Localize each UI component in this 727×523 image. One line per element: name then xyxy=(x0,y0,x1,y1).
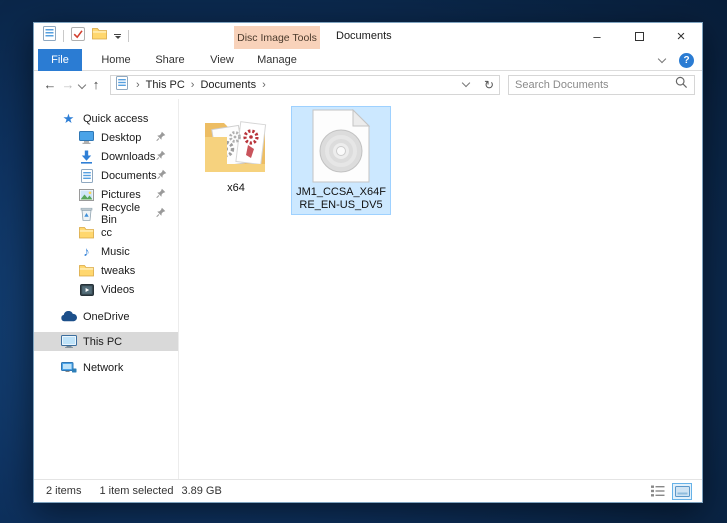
sidebar-item-tweaks[interactable]: tweaks xyxy=(34,261,178,280)
file-name: JM1_CCSA_X64FRE_EN-US_DV5 xyxy=(294,186,388,212)
large-icons-view-button[interactable] xyxy=(672,483,692,500)
star-icon: ★ xyxy=(60,111,77,127)
breadcrumb-separator: › xyxy=(262,79,266,91)
sidebar-item-this-pc[interactable]: This PC xyxy=(34,332,178,351)
customize-toolbar-caret-icon[interactable] xyxy=(114,34,121,39)
folder-with-contents-icon xyxy=(202,115,270,178)
sidebar-item-label: Music xyxy=(101,246,130,258)
sidebar-item-onedrive[interactable]: OneDrive xyxy=(34,307,178,326)
explorer-app-icon xyxy=(43,26,56,46)
details-view-button[interactable] xyxy=(648,483,668,500)
navigation-pane: ★ Quick access Desktop Downloads xyxy=(34,99,179,479)
forward-button[interactable]: → xyxy=(59,77,77,92)
maximize-button[interactable] xyxy=(618,23,660,49)
sidebar-item-label: Downloads xyxy=(101,151,155,163)
sidebar-item-label: tweaks xyxy=(101,265,135,277)
navigation-bar: ← → ↑ › This PC › Documents › ↻ xyxy=(34,71,702,98)
file-tile-x64[interactable]: x64 xyxy=(197,106,275,195)
recent-locations-icon[interactable] xyxy=(78,80,86,88)
file-list-area[interactable]: x64 JM1_CCSA_X64FRE_E xyxy=(179,99,702,479)
address-dropdown-icon[interactable] xyxy=(462,79,470,87)
title-bar: Disc Image Tools Documents – × xyxy=(34,23,702,49)
close-button[interactable]: × xyxy=(660,23,702,49)
minimize-button[interactable]: – xyxy=(576,23,618,49)
search-icon[interactable] xyxy=(675,76,688,94)
back-button[interactable]: ← xyxy=(41,77,59,92)
refresh-icon[interactable]: ↻ xyxy=(479,78,499,92)
maximize-icon xyxy=(635,32,644,41)
sidebar-item-label: Pictures xyxy=(101,189,141,201)
search-box[interactable] xyxy=(508,75,695,95)
breadcrumb-separator: › xyxy=(191,79,195,91)
tab-manage[interactable]: Manage xyxy=(234,49,320,71)
recycle-bin-icon xyxy=(78,207,95,221)
sidebar-item-label: Recycle Bin xyxy=(101,202,156,226)
selection-size: 3.89 GB xyxy=(181,485,221,497)
sidebar-item-label: Documents xyxy=(101,170,157,182)
sidebar-item-desktop[interactable]: Desktop xyxy=(34,128,178,147)
pin-icon[interactable] xyxy=(156,207,166,220)
window-controls: – × xyxy=(576,23,702,49)
sidebar-item-label: OneDrive xyxy=(83,311,129,323)
tab-file[interactable]: File xyxy=(38,49,82,71)
sidebar-item-label: cc xyxy=(101,227,112,239)
up-button[interactable]: ↑ xyxy=(87,77,105,92)
selection-count: 1 item selected xyxy=(99,485,173,497)
pin-icon[interactable] xyxy=(157,169,167,182)
sidebar-item-downloads[interactable]: Downloads xyxy=(34,147,178,166)
contextual-tab-disc-image-tools[interactable]: Disc Image Tools xyxy=(234,26,320,49)
sidebar-item-quick-access[interactable]: ★ Quick access xyxy=(34,109,178,128)
sidebar-item-label: This PC xyxy=(83,336,122,348)
sidebar-item-label: Videos xyxy=(101,284,134,296)
tab-home[interactable]: Home xyxy=(92,49,140,71)
folder-icon xyxy=(78,264,95,277)
separator xyxy=(128,30,129,42)
sidebar-item-label: Network xyxy=(83,362,123,374)
expand-ribbon-icon[interactable] xyxy=(658,54,666,62)
address-bar[interactable]: › This PC › Documents › ↻ xyxy=(110,75,500,95)
window-title: Documents xyxy=(336,23,392,49)
breadcrumb-this-pc[interactable]: This PC xyxy=(146,79,185,91)
file-tile-disc-image[interactable]: JM1_CCSA_X64FRE_EN-US_DV5 xyxy=(291,106,391,215)
sidebar-item-cc[interactable]: cc xyxy=(34,223,178,242)
explorer-window: Disc Image Tools Documents – × File Home… xyxy=(33,22,703,503)
item-count: 2 items xyxy=(46,485,81,497)
pictures-icon xyxy=(78,189,95,201)
breadcrumb-separator: › xyxy=(136,79,140,91)
videos-icon xyxy=(78,284,95,296)
sidebar-item-documents[interactable]: Documents xyxy=(34,166,178,185)
disc-image-file-icon xyxy=(312,109,370,186)
search-input[interactable] xyxy=(515,79,675,91)
sidebar-item-music[interactable]: ♪ Music xyxy=(34,242,178,261)
ribbon-tabs: File Home Share View Manage ? xyxy=(34,49,702,71)
quick-access-toolbar xyxy=(34,26,129,46)
pin-icon[interactable] xyxy=(156,150,166,163)
sidebar-item-network[interactable]: Network xyxy=(34,358,178,377)
location-icon xyxy=(116,76,128,93)
new-folder-icon[interactable] xyxy=(92,27,107,45)
pin-icon[interactable] xyxy=(156,188,166,201)
music-note-icon: ♪ xyxy=(78,244,95,259)
sidebar-item-label: Quick access xyxy=(83,113,148,125)
document-icon xyxy=(78,169,95,183)
breadcrumb-documents[interactable]: Documents xyxy=(200,79,256,91)
folder-icon xyxy=(78,226,95,239)
sidebar-item-videos[interactable]: Videos xyxy=(34,280,178,299)
sidebar-item-recycle-bin[interactable]: Recycle Bin xyxy=(34,204,178,223)
status-bar: 2 items 1 item selected 3.89 GB xyxy=(34,479,702,502)
file-name: x64 xyxy=(197,182,275,195)
separator xyxy=(63,30,64,42)
onedrive-cloud-icon xyxy=(60,311,77,322)
pin-icon[interactable] xyxy=(156,131,166,144)
this-pc-icon xyxy=(60,335,77,348)
properties-icon[interactable] xyxy=(71,27,85,46)
desktop-icon xyxy=(78,131,95,144)
download-icon xyxy=(78,150,95,164)
help-icon[interactable]: ? xyxy=(679,53,694,68)
network-icon xyxy=(60,362,77,374)
tab-share[interactable]: Share xyxy=(146,49,194,71)
sidebar-item-label: Desktop xyxy=(101,132,141,144)
